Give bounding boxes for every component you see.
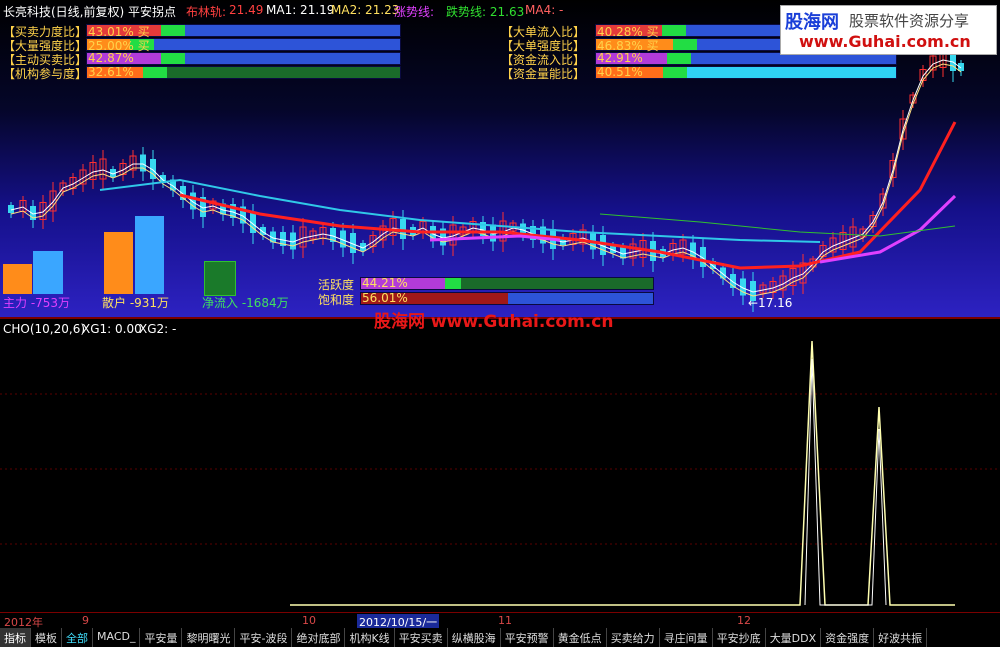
main-force-label: 主力 -753万 — [3, 296, 71, 310]
indicator-bar-mid — [143, 67, 168, 78]
watermark-mid-text: 股海网 www.Guhai.com.cn — [374, 312, 614, 332]
tab-2[interactable]: 全部 — [62, 628, 93, 647]
watermark-url: www.Guhai.com.cn — [799, 32, 971, 51]
axis-label-sep: 9 — [82, 614, 89, 627]
indicator-value: 40.51% — [597, 65, 643, 79]
tab-18[interactable]: 好波共振 — [874, 628, 928, 647]
time-axis[interactable]: 2012年 9 10 2012/10/15/一 11 12 — [0, 612, 1000, 630]
tab-7[interactable]: 绝对底部 — [292, 628, 346, 647]
indicator-bar-rest — [185, 25, 400, 36]
indicator-bar-rest — [167, 67, 400, 78]
activity-value: 44.21% — [362, 276, 408, 290]
tab-3[interactable]: MACD_ — [93, 628, 141, 647]
indicator-value: 42.91% — [597, 51, 643, 65]
indicator-tabs: 指标 模板 全部 MACD_ 平安量 黎明曙光 平安-波段 绝对底部 机构K线 平安买卖 纵横股海平… — [0, 628, 1000, 647]
tab-12[interactable]: 黄金低点 — [554, 628, 607, 647]
tab-5[interactable]: 黎明曙光 — [182, 628, 236, 647]
xg2-readout: XG2: - — [139, 322, 177, 336]
tab-14[interactable]: 寻庄间量 — [660, 628, 713, 647]
indicator-bar-rest — [154, 39, 400, 50]
tab-4[interactable]: 平安量 — [140, 628, 183, 647]
tab-6[interactable]: 平安-波段 — [235, 628, 293, 647]
indicator-bar-mid — [160, 53, 185, 64]
retail-bar — [104, 232, 133, 294]
price-low-annotation: ←17.16 — [748, 296, 793, 310]
indicator-bar-mid — [673, 39, 698, 50]
indicator-bar-rest — [184, 53, 400, 64]
cho-line — [290, 340, 955, 606]
candle-body — [400, 219, 406, 239]
fall-line-readout: 跌势线: 21.63 — [446, 5, 525, 19]
activity-bar-mid — [444, 278, 461, 289]
saturation-value: 56.01% — [362, 291, 408, 305]
fall-line — [179, 121, 957, 270]
retail-label: 散户 -931万 — [102, 296, 170, 310]
main-force-bar-2 — [33, 251, 63, 294]
tab-11[interactable]: 平安预警 — [501, 628, 554, 647]
indicator-label: 【机构参与度】 — [3, 67, 88, 81]
indicator-bar-mid — [161, 25, 186, 36]
oscillator-panel[interactable] — [0, 319, 1000, 612]
indicator-bar-mid — [666, 53, 691, 64]
chart-title: 长亮科技(日线,前复权) 平安拐点 — [3, 5, 176, 19]
xg1-readout: XG1: 0.00 — [82, 322, 142, 336]
tab-0[interactable]: 指标 — [0, 628, 31, 647]
boll-label: 布林轨: — [186, 5, 227, 19]
tab-1[interactable]: 模板 — [31, 628, 62, 647]
axis-label-dec: 12 — [737, 614, 751, 627]
cho-title: CHO(10,20,6) — [3, 322, 86, 336]
axis-label-nov: 11 — [498, 614, 512, 627]
watermark-logo: 股海网 股票软件资源分享 www.Guhai.com.cn — [780, 5, 997, 55]
main-force-bar — [3, 264, 32, 294]
boll-value: 21.49 — [229, 3, 264, 17]
indicator-label: 【资金量能比】 — [501, 67, 586, 81]
rise-line-label: 涨势线: — [394, 5, 435, 19]
tab-9[interactable]: 平安买卖 — [395, 628, 448, 647]
indicator-bar-mid — [662, 67, 687, 78]
tab-13[interactable]: 买卖给力 — [607, 628, 660, 647]
tab-10[interactable]: 纵横股海 — [448, 628, 501, 647]
ma1-readout: MA1: 21.19 — [266, 3, 335, 17]
cho-oscillator-chart[interactable] — [0, 319, 1000, 612]
axis-label-oct: 10 — [302, 614, 316, 627]
saturation-bar-rest — [508, 293, 653, 304]
ma2-readout: MA2: 21.23 — [331, 3, 400, 17]
tab-8[interactable]: 机构K线 — [345, 628, 395, 647]
cho-signal-line — [804, 358, 887, 606]
net-inflow-bar — [204, 261, 236, 296]
ma4-readout: MA4: - — [525, 3, 564, 17]
tab-15[interactable]: 平安抄底 — [713, 628, 766, 647]
indicator-value: 42.87% — [88, 51, 134, 65]
net-inflow-label: 净流入 -1684万 — [202, 296, 289, 310]
indicator-bar-mid — [662, 25, 687, 36]
retail-bar-2 — [135, 216, 164, 294]
indicator-value: 32.61% — [88, 65, 134, 79]
watermark-site: 股海网 — [785, 12, 839, 33]
watermark-slogan: 股票软件资源分享 — [849, 12, 970, 30]
activity-bar-rest — [460, 278, 653, 289]
saturation-label: 饱和度 — [318, 293, 355, 307]
tab-17[interactable]: 资金强度 — [821, 628, 875, 647]
tab-16[interactable]: 大量DDX — [766, 628, 822, 647]
indicator-bar-rest — [686, 67, 896, 78]
